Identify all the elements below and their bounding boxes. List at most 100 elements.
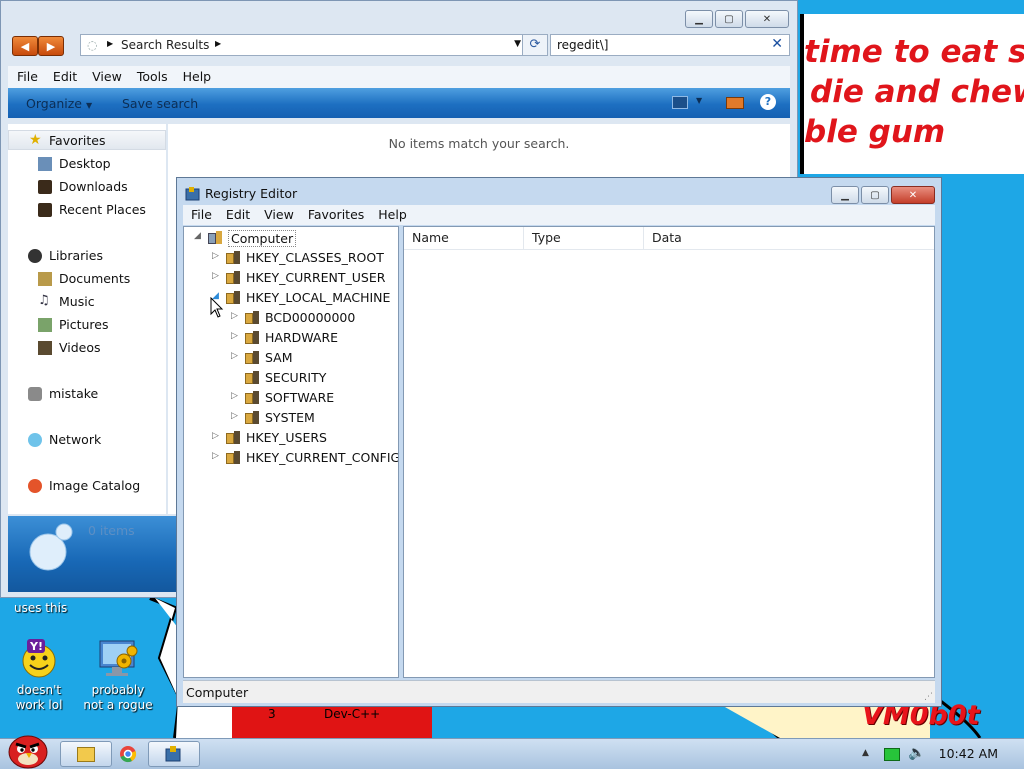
- expand-arrow-icon[interactable]: ▷: [212, 431, 222, 441]
- close-button[interactable]: ✕: [891, 186, 935, 204]
- tree-label: SOFTWARE: [265, 390, 335, 405]
- address-dropdown-icon[interactable]: ▼: [514, 39, 521, 49]
- yahoo-messenger-icon: Y!: [17, 637, 61, 681]
- breadcrumb-arrow-icon: ▶: [215, 39, 222, 48]
- menu-edit[interactable]: Edit: [44, 66, 83, 84]
- resize-grip-icon[interactable]: ⋰: [924, 692, 933, 702]
- folder-icon: [245, 351, 261, 364]
- registry-editor-icon: [185, 187, 200, 201]
- tree-label: HARDWARE: [265, 330, 339, 345]
- column-header-type[interactable]: Type: [524, 227, 644, 249]
- nav-videos[interactable]: Videos: [8, 338, 166, 358]
- start-button[interactable]: [6, 731, 48, 769]
- menu-help[interactable]: Help: [370, 205, 413, 222]
- folder-icon: [77, 746, 95, 762]
- organize-button[interactable]: Organize ▼: [26, 96, 92, 111]
- nav-recent-places[interactable]: Recent Places: [8, 200, 166, 220]
- menu-tools[interactable]: Tools: [128, 66, 174, 84]
- tree-label: HKEY_CLASSES_ROOT: [246, 250, 384, 265]
- chrome-icon: [120, 746, 137, 763]
- expand-arrow-icon[interactable]: ▷: [212, 251, 222, 261]
- menu-favorites[interactable]: Favorites: [300, 205, 370, 222]
- expand-arrow-icon[interactable]: ▷: [212, 451, 222, 461]
- desktop-icon-label: probably not a rogue: [83, 683, 153, 712]
- menu-view[interactable]: View: [256, 205, 300, 222]
- expand-arrow-icon[interactable]: ▷: [231, 311, 241, 321]
- explorer-command-bar: Organize ▼ Save search ▼ ?: [8, 88, 790, 118]
- search-results-bubble-icon: [29, 523, 73, 571]
- close-button[interactable]: ✕: [745, 10, 789, 28]
- menu-file[interactable]: File: [183, 205, 218, 222]
- forward-button[interactable]: ▶: [38, 36, 64, 56]
- menu-help[interactable]: Help: [174, 66, 218, 84]
- nav-homegroup[interactable]: mistake: [8, 384, 166, 404]
- column-header-name[interactable]: Name: [404, 227, 524, 249]
- registry-tree[interactable]: ◢ Computer ▷ HKEY_CLASSES_ROOT ▷ HKEY_CU…: [183, 226, 399, 678]
- menu-edit[interactable]: Edit: [218, 205, 256, 222]
- view-options-icon[interactable]: [672, 96, 688, 109]
- system-clock[interactable]: 10:42 AM: [939, 746, 998, 761]
- view-dropdown-icon[interactable]: ▼: [696, 96, 702, 105]
- libraries-icon: [28, 249, 42, 263]
- folder-icon: [226, 251, 242, 264]
- mouse-cursor-icon: [210, 297, 224, 318]
- search-input[interactable]: regedit\] ✕: [550, 34, 790, 56]
- music-icon: ♫: [38, 293, 50, 308]
- registry-editor-window[interactable]: Registry Editor ▁ ▢ ✕ File Edit View Favori…: [176, 177, 942, 707]
- save-search-button[interactable]: Save search: [122, 96, 198, 111]
- nav-downloads[interactable]: Downloads: [8, 177, 166, 197]
- expand-arrow-icon[interactable]: ▷: [231, 331, 241, 341]
- nav-favorites[interactable]: ★ Favorites: [8, 130, 166, 150]
- desktop-icon-rogue[interactable]: probably not a rogue: [80, 637, 156, 713]
- nav-network[interactable]: Network: [8, 430, 166, 450]
- computer-icon: [208, 231, 224, 244]
- nav-documents[interactable]: Documents: [8, 269, 166, 289]
- preview-pane-icon[interactable]: [726, 97, 744, 109]
- network-icon: [28, 433, 42, 447]
- expand-arrow-icon[interactable]: ▷: [231, 351, 241, 361]
- maximize-button[interactable]: ▢: [715, 10, 743, 28]
- help-icon[interactable]: ?: [760, 94, 776, 110]
- window-title: Registry Editor: [205, 186, 298, 201]
- nav-libraries[interactable]: Libraries: [8, 246, 166, 266]
- menu-view[interactable]: View: [83, 66, 128, 84]
- search-spinner-icon: ◌: [87, 38, 98, 52]
- maximize-button[interactable]: ▢: [861, 186, 889, 204]
- collapse-arrow-icon[interactable]: ◢: [194, 231, 204, 241]
- taskbar-regedit-button[interactable]: [148, 741, 200, 767]
- back-button[interactable]: ◀: [12, 36, 38, 56]
- nav-label: Favorites: [49, 133, 106, 148]
- tree-label: HKEY_CURRENT_USER: [246, 270, 386, 285]
- show-hidden-icons-icon[interactable]: ▲: [862, 748, 869, 758]
- nav-pictures[interactable]: Pictures: [8, 315, 166, 335]
- menu-file[interactable]: File: [8, 66, 44, 84]
- svg-text:Y!: Y!: [29, 640, 43, 653]
- battery-icon[interactable]: [884, 748, 900, 761]
- homegroup-icon: [28, 387, 42, 401]
- expand-arrow-icon[interactable]: ▷: [231, 391, 241, 401]
- nav-desktop[interactable]: Desktop: [8, 154, 166, 174]
- back-arrow-icon: ◀: [20, 39, 30, 53]
- refresh-button[interactable]: ⟳: [522, 34, 548, 56]
- desktop-icon-yahoo[interactable]: Y! doesn't work lol: [1, 637, 77, 713]
- registry-values-list[interactable]: Name Type Data: [403, 226, 935, 678]
- column-header-data[interactable]: Data: [644, 227, 934, 249]
- clear-search-icon[interactable]: ✕: [771, 36, 783, 52]
- folder-icon: [245, 331, 261, 344]
- volume-icon[interactable]: 🔈: [908, 745, 925, 761]
- expand-arrow-icon[interactable]: ▷: [231, 411, 241, 421]
- expand-arrow-icon[interactable]: ▷: [212, 271, 222, 281]
- nav-label: mistake: [49, 386, 99, 401]
- address-bar[interactable]: ◌ ▶ Search Results ▶ ▼: [80, 34, 528, 56]
- tree-label: SAM: [265, 350, 293, 365]
- minimize-button[interactable]: ▁: [831, 186, 859, 204]
- regedit-status-bar: Computer ⋰: [183, 680, 935, 703]
- downloads-icon: [38, 180, 52, 194]
- address-text: Search Results: [121, 38, 210, 52]
- minimize-button[interactable]: ▁: [685, 10, 713, 28]
- taskbar-chrome-button[interactable]: [102, 741, 154, 767]
- wallpaper-line-2: die and chew: [810, 74, 1024, 110]
- nav-music[interactable]: ♫ Music: [8, 292, 166, 312]
- nav-label: Downloads: [59, 179, 128, 194]
- nav-image-catalog[interactable]: Image Catalog: [8, 476, 166, 496]
